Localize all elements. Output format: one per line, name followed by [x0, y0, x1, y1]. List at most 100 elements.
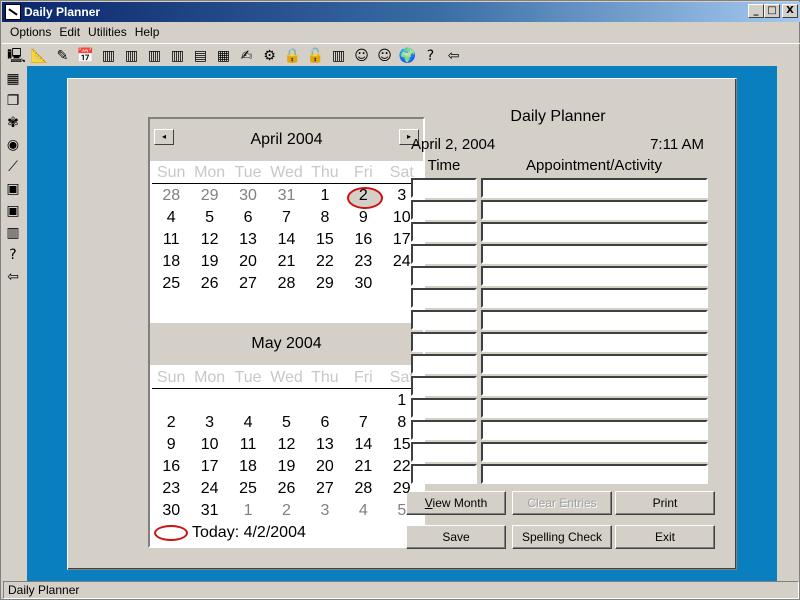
day-cell[interactable]: 23	[344, 251, 382, 273]
copy-icon[interactable]: ❐	[2, 91, 24, 110]
day-cell[interactable]: 5	[190, 207, 228, 229]
day-cell[interactable]: 29	[306, 273, 344, 295]
activity-input[interactable]	[481, 442, 708, 462]
day-cell[interactable]: 4	[229, 412, 267, 434]
exit-door-icon[interactable]: ⇦	[443, 46, 464, 66]
day-cell[interactable]: 12	[267, 434, 305, 456]
day-cell[interactable]: 27	[306, 478, 344, 500]
day-cell[interactable]: 7	[267, 207, 305, 229]
activity-input[interactable]	[481, 288, 708, 308]
activity-input[interactable]	[481, 244, 708, 264]
folder-gear-icon[interactable]: ▣	[2, 201, 24, 220]
book-icon-4[interactable]: ▥	[167, 46, 188, 66]
time-input[interactable]	[411, 464, 477, 484]
help-icon[interactable]: ?	[420, 46, 441, 66]
day-cell[interactable]: 26	[267, 478, 305, 500]
day-cell[interactable]: 16	[344, 229, 382, 251]
help-icon[interactable]: ?	[2, 245, 24, 264]
day-cell[interactable]: 22	[306, 251, 344, 273]
memo-icon[interactable]: ▤	[190, 46, 211, 66]
time-input[interactable]	[411, 354, 477, 374]
day-cell[interactable]: 25	[152, 273, 190, 295]
activity-input[interactable]	[481, 266, 708, 286]
day-cell[interactable]: 27	[229, 273, 267, 295]
day-cell[interactable]: 10	[190, 434, 228, 456]
view-month-button[interactable]: View Month	[406, 491, 506, 515]
save-button[interactable]: Save	[406, 525, 506, 549]
day-cell[interactable]: 1	[306, 185, 344, 207]
menu-utilities[interactable]: Utilities	[84, 24, 131, 41]
day-cell[interactable]: 29	[190, 185, 228, 207]
calendar-icon[interactable]: ▥	[2, 223, 24, 242]
padlock-icon[interactable]: 🔓	[305, 46, 326, 66]
prev-month-button[interactable]: ◂	[154, 129, 174, 145]
activity-input[interactable]	[481, 178, 708, 198]
activity-input[interactable]	[481, 332, 708, 352]
time-input[interactable]	[411, 376, 477, 396]
time-input[interactable]	[411, 200, 477, 220]
day-cell[interactable]: 3	[306, 500, 344, 522]
day-cell[interactable]: 12	[190, 229, 228, 251]
day-cell[interactable]: 21	[344, 456, 382, 478]
wand-icon[interactable]: ⟋	[2, 157, 24, 176]
exit-button[interactable]: Exit	[615, 525, 715, 549]
day-cell[interactable]: 6	[229, 207, 267, 229]
today-link[interactable]: Today: 4/2/2004	[154, 524, 306, 542]
day-cell[interactable]: 14	[267, 229, 305, 251]
time-input[interactable]	[411, 442, 477, 462]
eye-icon[interactable]: ◉	[2, 135, 24, 154]
time-input[interactable]	[411, 244, 477, 264]
day-cell[interactable]: 3	[190, 412, 228, 434]
activity-input[interactable]	[481, 398, 708, 418]
paint-icon[interactable]: ✾	[2, 113, 24, 132]
day-cell[interactable]: 30	[152, 500, 190, 522]
time-input[interactable]	[411, 310, 477, 330]
activity-input[interactable]	[481, 222, 708, 242]
day-cell[interactable]: 26	[190, 273, 228, 295]
folder-icon[interactable]: ▣	[2, 179, 24, 198]
clear-entries-button[interactable]: Clear Entries	[512, 491, 612, 515]
activity-input[interactable]	[481, 420, 708, 440]
day-cell[interactable]: 11	[152, 229, 190, 251]
day-cell[interactable]: 28	[344, 478, 382, 500]
book-icon-2[interactable]: ▥	[121, 46, 142, 66]
day-cell[interactable]: 4	[152, 207, 190, 229]
day-cell[interactable]: 9	[152, 434, 190, 456]
day-cell[interactable]: 14	[344, 434, 382, 456]
day-cell[interactable]: 20	[229, 251, 267, 273]
day-cell[interactable]: 13	[229, 229, 267, 251]
menu-help[interactable]: Help	[131, 24, 164, 41]
calendar-icon[interactable]: ▥	[328, 46, 349, 66]
day-cell[interactable]: 17	[190, 456, 228, 478]
time-input[interactable]	[411, 332, 477, 352]
notepad-icon[interactable]: ✎	[52, 46, 73, 66]
time-input[interactable]	[411, 178, 477, 198]
day-cell[interactable]: 21	[267, 251, 305, 273]
activity-input[interactable]	[481, 376, 708, 396]
grid-icon[interactable]: ▦	[2, 69, 24, 88]
day-cell[interactable]: 18	[229, 456, 267, 478]
activity-input[interactable]	[481, 464, 708, 484]
day-cell[interactable]: 15	[306, 229, 344, 251]
day-cell[interactable]: 18	[152, 251, 190, 273]
day-cell[interactable]: 24	[190, 478, 228, 500]
day-cell[interactable]: 16	[152, 456, 190, 478]
day-cell[interactable]: 19	[190, 251, 228, 273]
day-cell[interactable]: 28	[152, 185, 190, 207]
time-input[interactable]	[411, 398, 477, 418]
activity-input[interactable]	[481, 354, 708, 374]
time-input[interactable]	[411, 222, 477, 242]
day-cell[interactable]: 11	[229, 434, 267, 456]
day-cell[interactable]: 4	[344, 500, 382, 522]
activity-input[interactable]	[481, 200, 708, 220]
day-cell[interactable]: 28	[267, 273, 305, 295]
book-icon-3[interactable]: ▥	[144, 46, 165, 66]
time-input[interactable]	[411, 266, 477, 286]
activity-input[interactable]	[481, 310, 708, 330]
day-cell[interactable]: 9	[344, 207, 382, 229]
smiley-icon-1[interactable]: ☺	[351, 46, 372, 66]
close-button[interactable]: X	[782, 4, 798, 18]
day-cell[interactable]: 2	[152, 412, 190, 434]
print-button[interactable]: Print	[615, 491, 715, 515]
computer-icon[interactable]: 🖳	[6, 46, 27, 66]
